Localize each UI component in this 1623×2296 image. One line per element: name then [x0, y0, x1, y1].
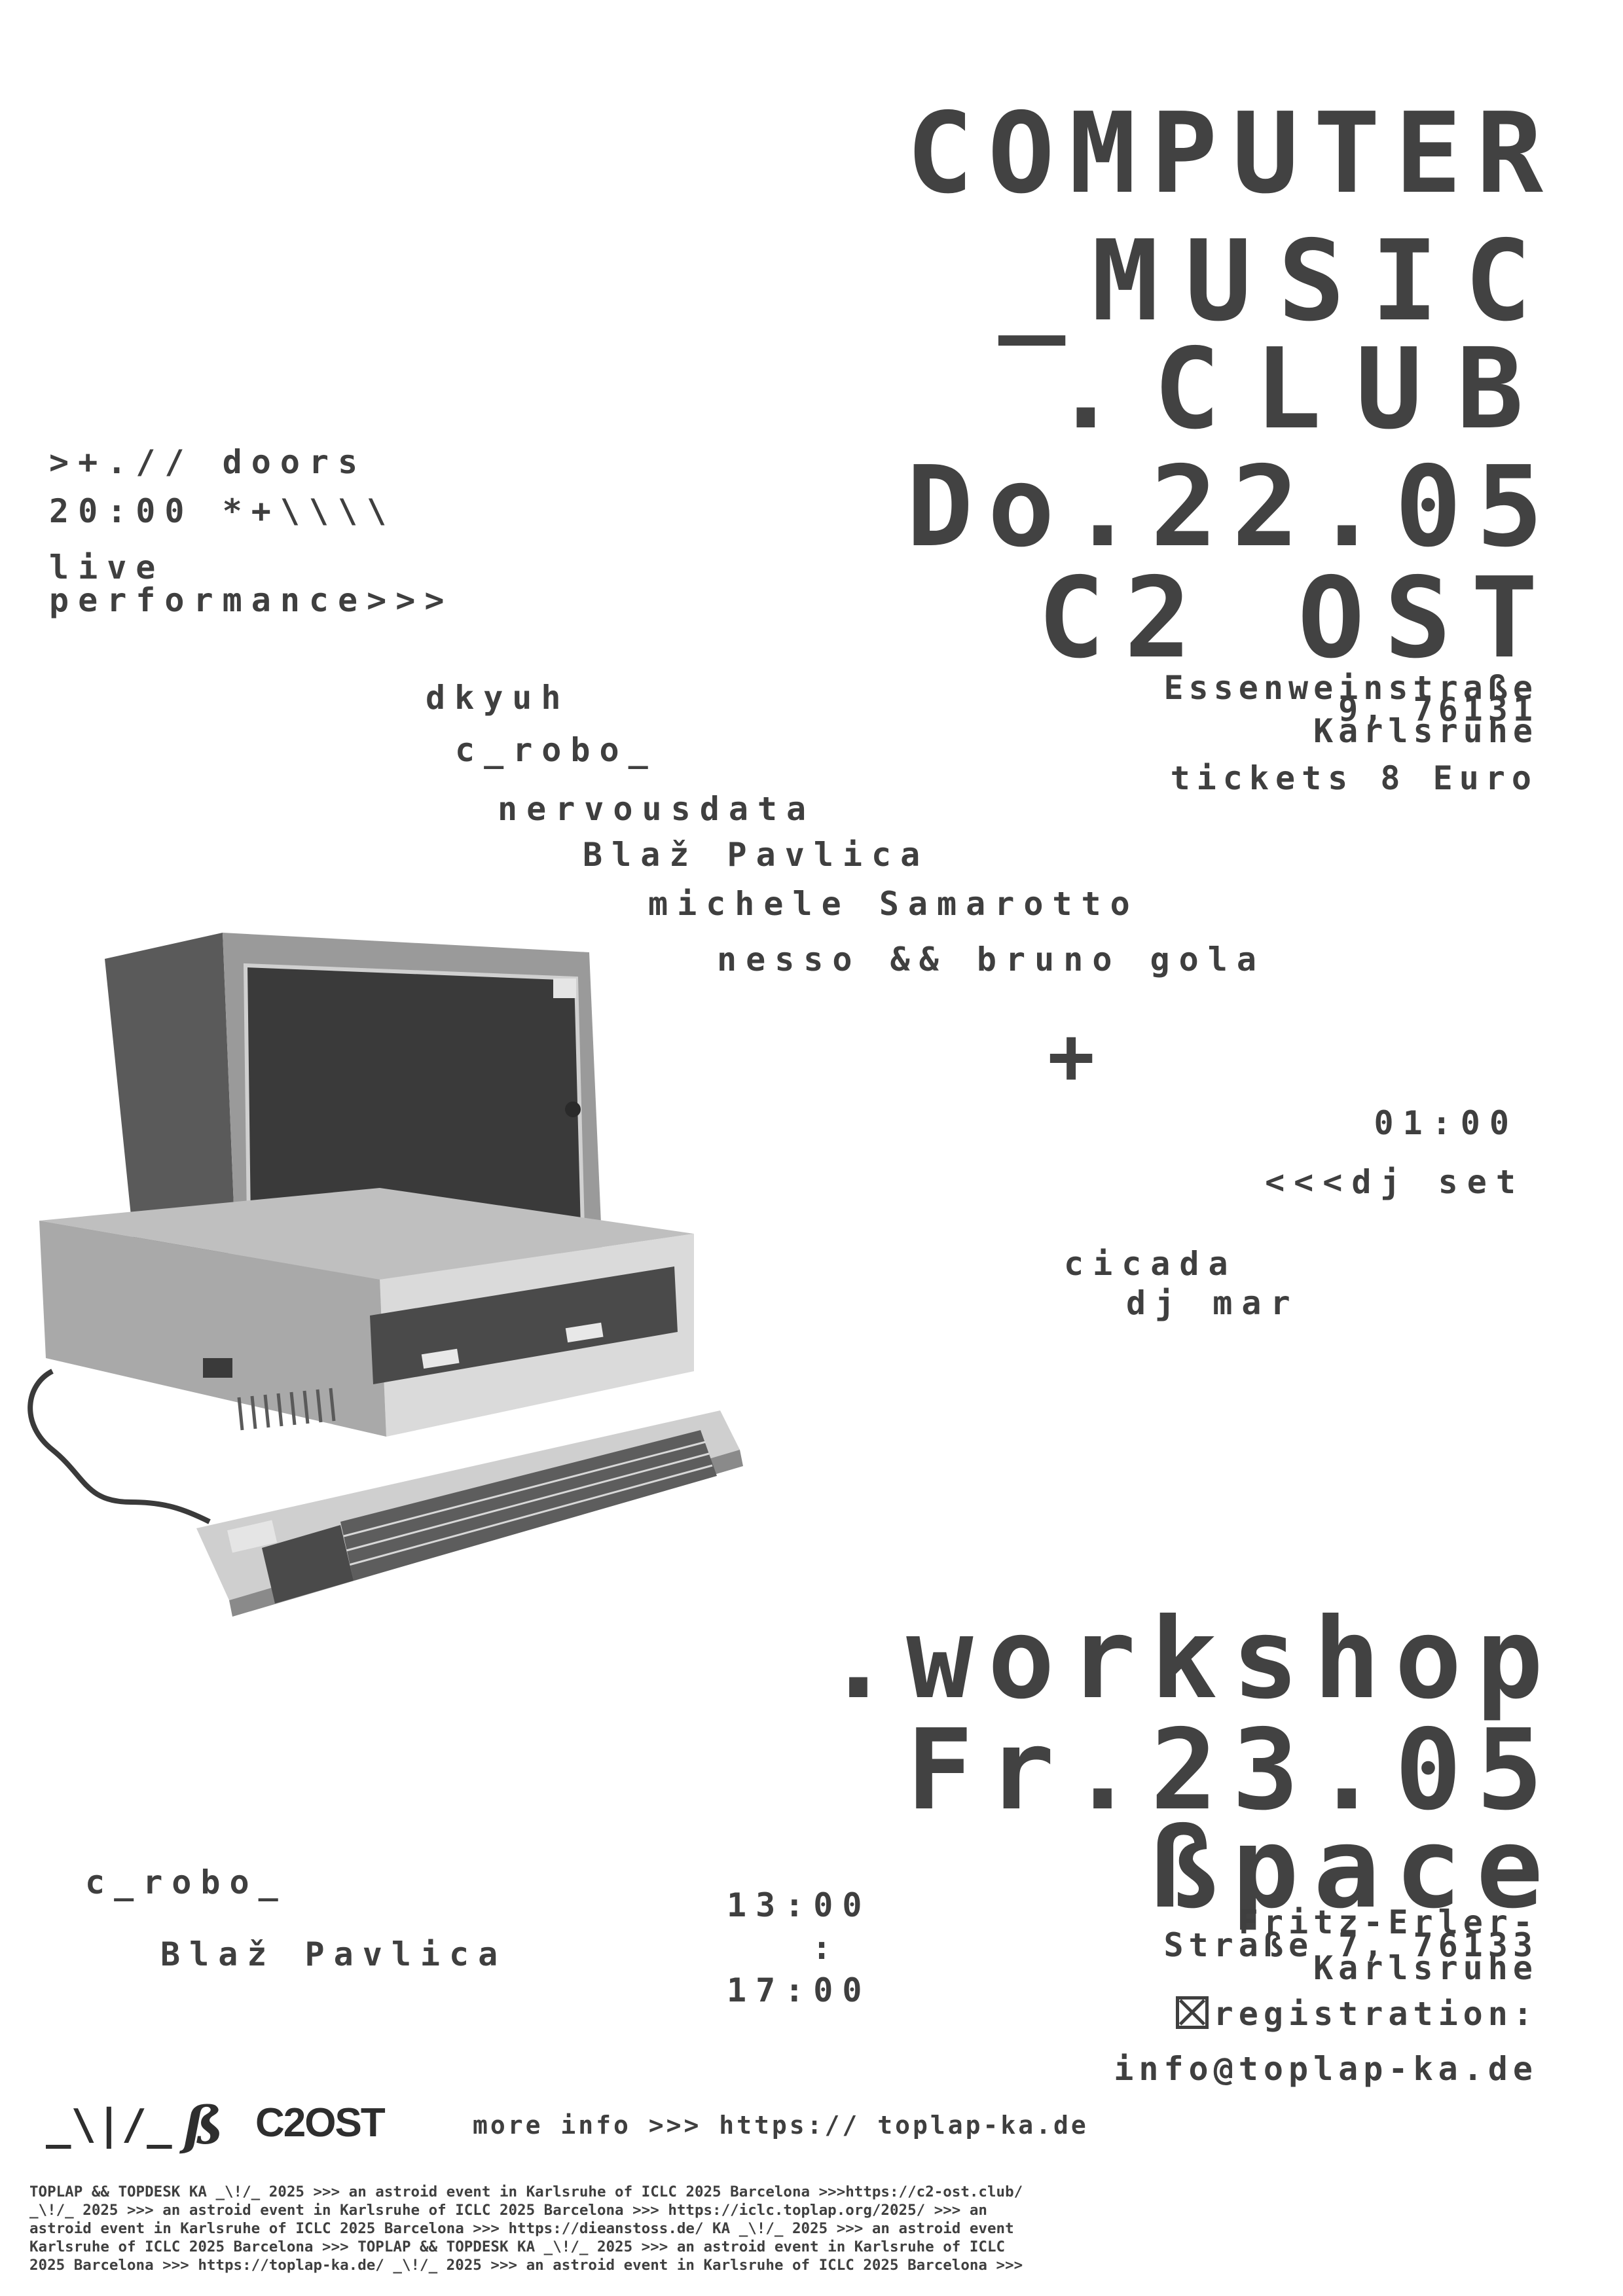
workshop-host: Blaž Pavlica — [160, 1935, 507, 1973]
doors-line3: live — [49, 548, 165, 586]
performer-item: c_robo_ — [455, 731, 657, 769]
dj-name: cicada — [1064, 1245, 1237, 1283]
registration-text: registration: — [1213, 1995, 1538, 2033]
footer-line: TOPLAP && TOPDESK KA _\!/_ 2025 >>> an a… — [29, 2183, 1023, 2200]
dj-name: dj mar — [1126, 1284, 1300, 1322]
title-music: _MUSIC — [998, 217, 1558, 346]
workshop-time-sep: : — [812, 1929, 841, 1967]
performer-item: Blaž Pavlica — [583, 836, 930, 874]
more-info-link[interactable]: more info >>> https:// toplap-ka.de — [473, 2111, 1089, 2140]
c2ost-logo: C2OST — [255, 2100, 386, 2145]
title-computer: COMPUTER — [906, 89, 1558, 219]
performer-item: dkyuh — [426, 679, 570, 717]
toplap-logo: _\|/_ — [46, 2101, 172, 2149]
space-logo: ß — [183, 2094, 223, 2156]
footer-line: Karlsruhe of ICLC 2025 Barcelona >>> TOP… — [29, 2238, 1006, 2255]
performer-item: nesso && bruno gola — [717, 941, 1266, 978]
event-venue: C2 OST — [1037, 554, 1558, 683]
footer-line: _\!/_ 2025 >>> an astroid event in Karls… — [29, 2202, 987, 2219]
registration-label: registration: — [1175, 1995, 1538, 2033]
workshop-title: .workshop — [824, 1594, 1558, 1724]
dj-time: 01:00 — [1374, 1104, 1518, 1142]
footer-line: 2025 Barcelona >>> https://toplap-ka.de/… — [29, 2257, 1023, 2274]
computer-illustration — [27, 933, 743, 1617]
event-date: Do.22.05 — [906, 442, 1558, 572]
workshop-host: c_robo_ — [85, 1863, 287, 1901]
workshop-time-end: 17:00 — [727, 1971, 871, 2009]
workshop-address-city: Karlsruhe — [1313, 1949, 1538, 1987]
workshop-time-start: 13:00 — [727, 1886, 871, 1924]
tickets-price: tickets 8 Euro — [1170, 759, 1538, 797]
address-city: Karlsruhe — [1313, 712, 1538, 750]
plus-sign: + — [1048, 1011, 1095, 1102]
doors-line4: performance>>> — [49, 581, 454, 619]
doors-line2: 20:00 *+\\\\ — [49, 492, 396, 530]
dj-set-label: <<<dj set — [1265, 1163, 1525, 1201]
title-club: .CLUB — [1052, 325, 1558, 454]
envelope-icon — [1175, 1996, 1209, 2029]
registration-email[interactable]: info@toplap-ka.de — [1114, 2052, 1538, 2087]
footer-line: astroid event in Karlsruhe of ICLC 2025 … — [29, 2220, 1014, 2237]
doors-line1: >+.// doors — [49, 443, 367, 481]
performer-item: nervousdata — [498, 790, 816, 828]
